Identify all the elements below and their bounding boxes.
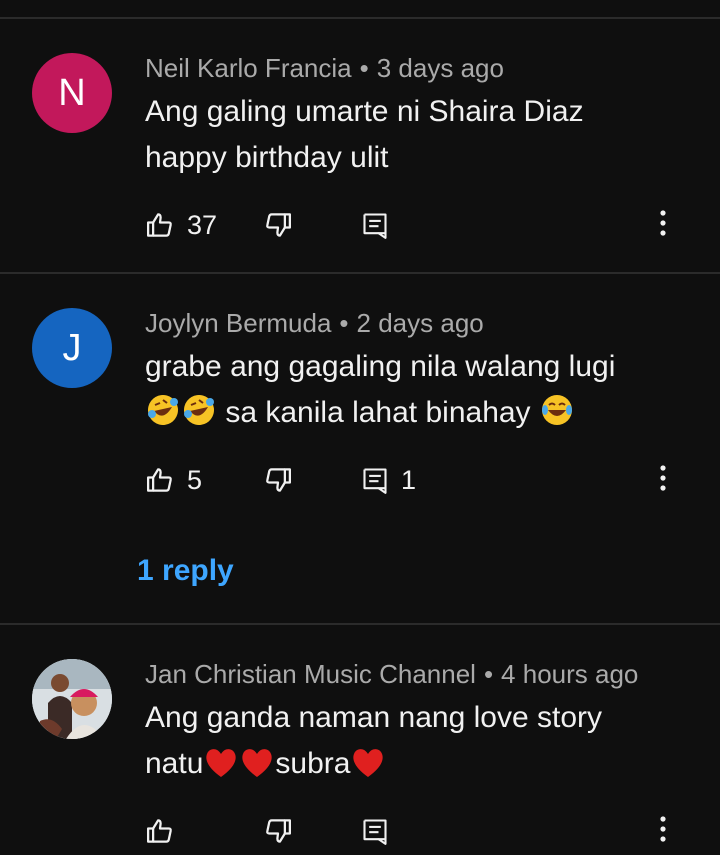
- like-count: 5: [187, 464, 203, 495]
- comment-text: Ang galing umarte ni Shaira Diaz happy b…: [145, 89, 680, 181]
- more-vert-icon: [659, 464, 667, 496]
- comment-actions: [145, 811, 700, 851]
- avatar[interactable]: N: [32, 53, 112, 133]
- thumbs-down-icon: [263, 465, 293, 495]
- view-replies-link[interactable]: 1 reply: [137, 554, 234, 588]
- comment-text-segment: sa kanila lahat binahay: [225, 396, 531, 429]
- comment-text-line: grabe ang gagaling nila walang lugi: [145, 350, 616, 383]
- comment-1: N Neil Karlo Francia • 3 days ago Ang gali…: [0, 19, 720, 272]
- more-options-button[interactable]: [648, 205, 678, 245]
- comment-text: Ang ganda naman nang love story natu subr…: [145, 695, 680, 793]
- dislike-button[interactable]: [263, 816, 361, 846]
- comment-body: Jan Christian Music Channel • 4 hours ago …: [145, 657, 680, 793]
- author-name[interactable]: Jan Christian Music Channel: [145, 659, 476, 689]
- meta-separator: •: [339, 308, 349, 338]
- comment-text: grabe ang gagaling nila walang lugi sa k…: [145, 344, 680, 442]
- more-vert-icon: [659, 815, 667, 847]
- dislike-button[interactable]: [263, 465, 361, 495]
- comment-icon: [361, 211, 389, 239]
- comment-text-segment: natu: [145, 747, 204, 780]
- comment-text-line: happy birthday ulit: [145, 141, 389, 174]
- comment-actions: 37: [145, 205, 700, 245]
- comment-time: 2 days ago: [356, 308, 484, 338]
- author-name[interactable]: Neil Karlo Francia: [145, 53, 352, 83]
- avatar-photo[interactable]: [32, 659, 112, 739]
- rofl-emoji-icon: [181, 392, 217, 442]
- comment-meta: Jan Christian Music Channel • 4 hours ago: [145, 657, 680, 691]
- comment-text-line: Ang ganda naman nang love story: [145, 701, 602, 734]
- avatar[interactable]: J: [32, 308, 112, 388]
- comment-actions: 5 1: [145, 460, 700, 500]
- red-heart-icon: [203, 745, 239, 793]
- comment-body: Neil Karlo Francia • 3 days ago Ang galing…: [145, 51, 680, 181]
- reply-count: 1: [401, 464, 417, 495]
- like-button[interactable]: 5: [145, 465, 263, 496]
- red-heart-icon: [239, 745, 275, 793]
- like-count: 37: [187, 209, 218, 240]
- like-button[interactable]: [145, 816, 263, 846]
- meta-separator: •: [483, 659, 494, 689]
- comment-text-segment: subra: [275, 747, 351, 780]
- meta-separator: •: [359, 53, 369, 83]
- comment-3: Jan Christian Music Channel • 4 hours ago …: [0, 625, 720, 855]
- comment-text-line: natu subra: [145, 741, 680, 793]
- red-heart-icon: [350, 745, 386, 793]
- comment-icon: [361, 817, 389, 845]
- comment-body: Joylyn Bermuda • 2 days ago grabe ang gaga…: [145, 306, 680, 442]
- thumbs-down-icon: [263, 210, 293, 240]
- comment-time: 4 hours ago: [501, 659, 639, 689]
- thumbs-up-icon: [145, 465, 175, 495]
- like-button[interactable]: 37: [145, 210, 263, 241]
- comment-meta: Neil Karlo Francia • 3 days ago: [145, 51, 680, 85]
- more-options-button[interactable]: [648, 460, 678, 500]
- profile-photo-icon: [32, 659, 112, 739]
- comment-text-line: sa kanila lahat binahay: [145, 390, 680, 442]
- joy-emoji-icon: [539, 392, 575, 442]
- comment-time: 3 days ago: [376, 53, 504, 83]
- comment-meta: Joylyn Bermuda • 2 days ago: [145, 306, 680, 340]
- more-vert-icon: [659, 209, 667, 241]
- avatar-letter: J: [62, 326, 82, 369]
- dislike-button[interactable]: [263, 210, 361, 240]
- thumbs-up-icon: [145, 210, 175, 240]
- avatar-letter: N: [58, 71, 86, 114]
- rofl-emoji-icon: [145, 392, 181, 442]
- comment-2: J Joylyn Bermuda • 2 days ago grabe ang ga…: [0, 274, 720, 623]
- author-name[interactable]: Joylyn Bermuda: [145, 308, 331, 338]
- thumbs-down-icon: [263, 816, 293, 846]
- comment-text-line: Ang galing umarte ni Shaira Diaz: [145, 95, 584, 128]
- more-options-button[interactable]: [648, 811, 678, 851]
- comment-icon: [361, 466, 389, 494]
- thumbs-up-icon: [145, 816, 175, 846]
